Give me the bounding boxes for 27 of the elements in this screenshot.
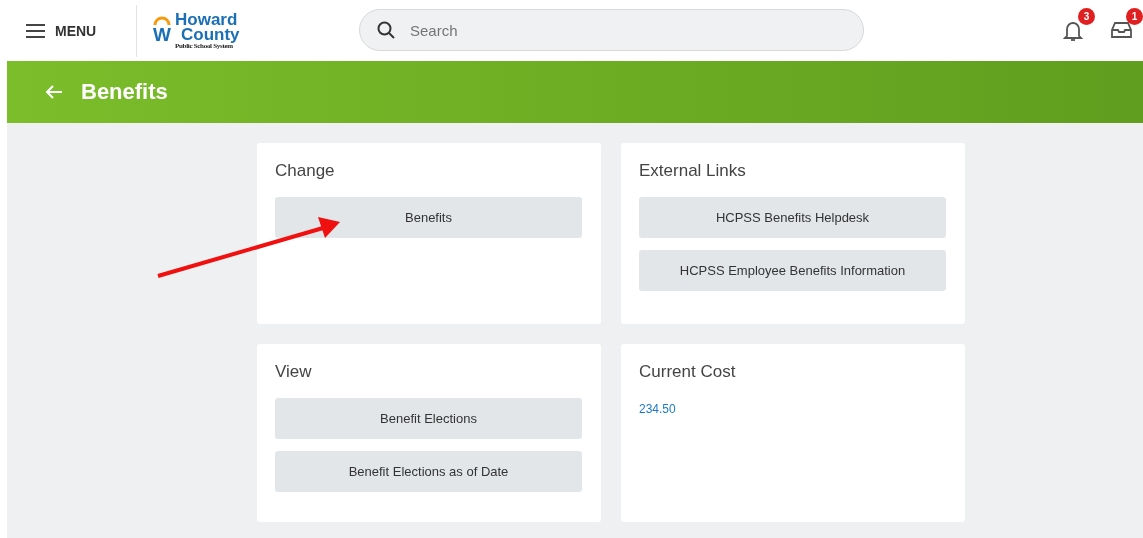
inbox-button[interactable]: 1 <box>1111 8 1143 44</box>
search-icon <box>377 21 395 39</box>
action-button[interactable]: Benefit Elections <box>275 398 582 439</box>
card-title: Change <box>275 161 336 181</box>
search-field[interactable]: Search <box>359 9 864 51</box>
inbox-count: 1 <box>1126 8 1143 25</box>
menu-button[interactable]: MENU <box>26 22 118 39</box>
logo-text: County <box>181 27 240 43</box>
logo-text: Howard <box>175 12 238 28</box>
card-title: External Links <box>639 161 747 181</box>
inbox-icon <box>1111 20 1132 39</box>
action-button[interactable]: HCPSS Benefits Helpdesk <box>639 197 946 238</box>
bell-icon <box>1063 20 1083 42</box>
card-title: Current Cost <box>639 362 737 382</box>
notification-count: 3 <box>1078 8 1095 25</box>
notifications-button[interactable]: 3 <box>1063 8 1095 44</box>
action-button[interactable]: Benefits <box>275 197 582 238</box>
back-arrow-icon <box>45 84 63 100</box>
action-button[interactable]: HCPSS Employee Benefits Information <box>639 250 946 291</box>
action-button[interactable]: Benefit Elections as of Date <box>275 451 582 492</box>
card-title: View <box>275 362 313 382</box>
arc-icon <box>153 16 171 26</box>
cost-link[interactable]: 234.50 <box>639 402 947 416</box>
page-title: Benefits <box>81 79 168 105</box>
back-button[interactable] <box>45 84 63 100</box>
logo-letter: W <box>153 25 171 45</box>
menu-icon <box>26 23 45 38</box>
